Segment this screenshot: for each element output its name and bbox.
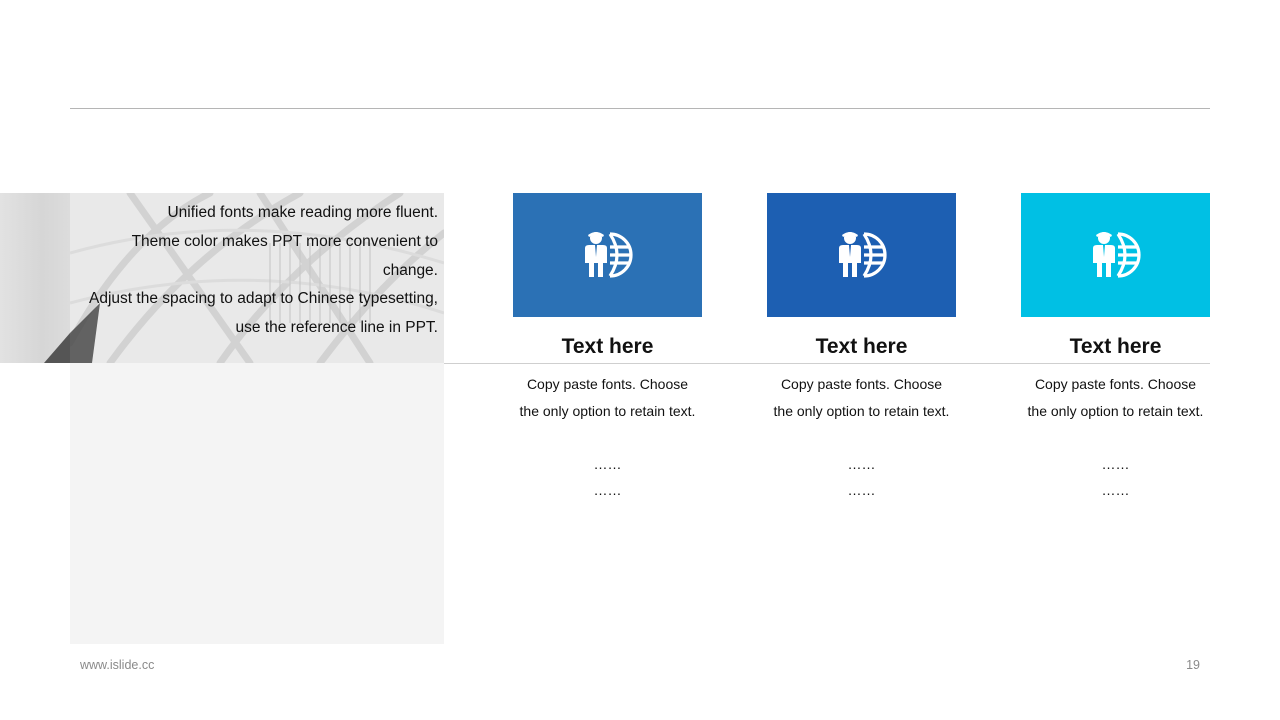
intro-line: Theme color makes PPT more convenient to (131, 232, 438, 250)
card-icon-tile (513, 193, 702, 317)
card-ellipsis: …… (847, 455, 876, 472)
feature-card-1: Text here Copy paste fonts. Choose the o… (513, 193, 702, 504)
card-description: Copy paste fonts. Choose the only option… (1027, 376, 1204, 419)
feature-card-3: Text here Copy paste fonts. Choose the o… (1021, 193, 1210, 504)
feature-card-2: Text here Copy paste fonts. Choose the o… (767, 193, 956, 504)
left-grey-panel (70, 363, 444, 644)
card-ellipsis: …… (593, 455, 622, 472)
card-icon-tile (1021, 193, 1210, 317)
businessman-globe-icon (1092, 232, 1141, 278)
businessman-globe-icon (584, 232, 633, 278)
card-ellipsis: …… (593, 482, 622, 498)
photo-edge-strip (0, 193, 70, 363)
intro-line: Adjust the spacing to adapt to Chinese t… (89, 290, 438, 308)
card-ellipsis: …… (847, 482, 876, 498)
card-ellipsis: …… (1101, 482, 1130, 498)
header-divider (70, 108, 1210, 109)
intro-line: change. (382, 261, 438, 279)
businessman-globe-icon (838, 232, 887, 278)
card-description: Copy paste fonts. Choose the only option… (519, 376, 696, 419)
card-ellipsis: …… (1101, 455, 1130, 472)
card-title: Text here (815, 335, 908, 358)
intro-line: use the reference line in PPT. (235, 319, 438, 337)
card-icon-tile (767, 193, 956, 317)
footer-website: www.islide.cc (80, 658, 155, 672)
page-number: 19 (1186, 658, 1200, 672)
intro-line: Unified fonts make reading more fluent. (167, 204, 438, 221)
intro-text: Unified fonts make reading more fluent. … (74, 199, 438, 343)
card-title: Text here (1069, 335, 1162, 358)
card-title: Text here (561, 335, 654, 358)
card-description: Copy paste fonts. Choose the only option… (773, 376, 950, 419)
